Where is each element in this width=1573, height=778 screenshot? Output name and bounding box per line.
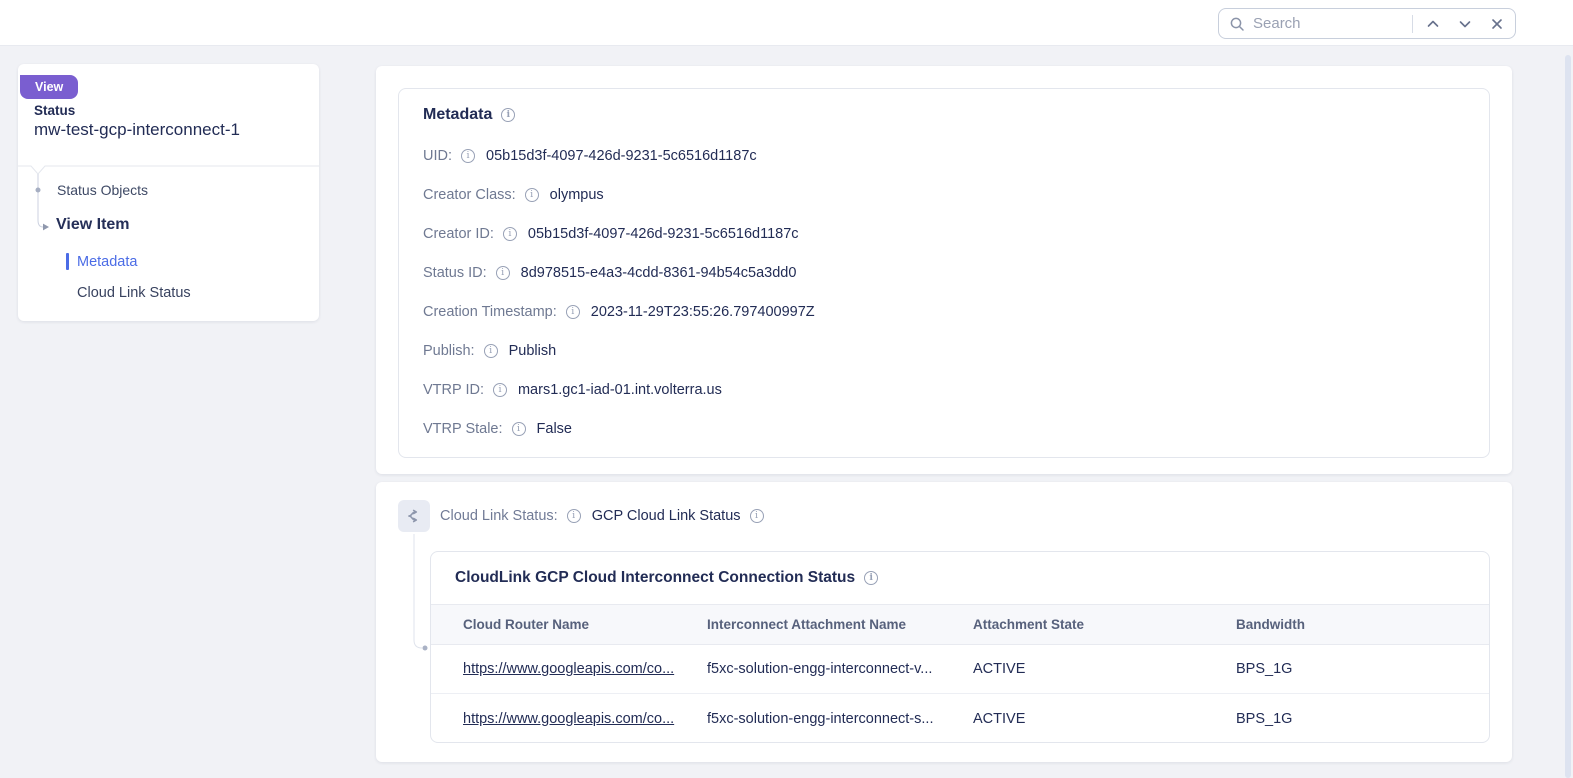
info-icon[interactable]: [566, 305, 580, 319]
metadata-field: Publish: Publish: [423, 331, 1465, 370]
info-icon[interactable]: [461, 149, 475, 163]
table-body: https://www.googleapis.com/co...f5xc-sol…: [431, 645, 1489, 743]
field-value: mars1.gc1-iad-01.int.volterra.us: [518, 382, 722, 398]
field-label: VTRP ID:: [423, 382, 484, 398]
cloud-router-link[interactable]: https://www.googleapis.com/co...: [431, 711, 707, 727]
field-label: Creator ID:: [423, 226, 494, 242]
metadata-field: UID: 05b15d3f-4097-426d-9231-5c6516d1187c: [423, 136, 1465, 175]
info-icon[interactable]: [525, 188, 539, 202]
top-bar: [0, 0, 1573, 46]
metadata-field: Status ID: 8d978515-e4a3-4cdd-8361-94b54c…: [423, 253, 1465, 292]
info-icon[interactable]: [496, 266, 510, 280]
search-close-button[interactable]: [1485, 12, 1509, 36]
metadata-title: Metadata: [423, 106, 492, 124]
table-cell: ACTIVE: [973, 661, 1236, 677]
table-cell: ACTIVE: [973, 711, 1236, 727]
info-icon[interactable]: [864, 571, 878, 585]
search-icon: [1229, 16, 1245, 32]
table-row: https://www.googleapis.com/co...f5xc-sol…: [431, 645, 1489, 694]
metadata-fields: UID: 05b15d3f-4097-426d-9231-5c6516d1187c…: [423, 136, 1465, 448]
column-header: Interconnect Attachment Name: [707, 617, 973, 632]
sidebar-item-label: Cloud Link Status: [77, 285, 191, 301]
info-icon[interactable]: [484, 344, 498, 358]
status-sidebar: View Status mw-test-gcp-interconnect-1 S…: [18, 64, 319, 321]
object-type-label: Status: [34, 103, 75, 118]
info-icon[interactable]: [512, 422, 526, 436]
info-icon[interactable]: [501, 108, 515, 122]
table-header-row: Cloud Router NameInterconnect Attachment…: [431, 605, 1489, 645]
vertical-scrollbar[interactable]: [1565, 55, 1571, 778]
field-label: VTRP Stale:: [423, 421, 503, 437]
view-badge: View: [20, 75, 78, 99]
sidebar-item-cloud-link-status[interactable]: Cloud Link Status: [18, 277, 319, 308]
column-header: Cloud Router Name: [431, 617, 707, 632]
column-header: Bandwidth: [1236, 617, 1489, 632]
field-value: False: [537, 421, 572, 437]
metadata-box: Metadata UID: 05b15d3f-4097-426d-9231-5c6…: [398, 88, 1490, 458]
info-icon[interactable]: [493, 383, 507, 397]
branch-icon: [398, 500, 430, 532]
metadata-card: Metadata UID: 05b15d3f-4097-426d-9231-5c6…: [376, 66, 1512, 474]
table-cell: f5xc-solution-engg-interconnect-v...: [707, 661, 973, 677]
field-value: 8d978515-e4a3-4cdd-8361-94b54c5a3dd0: [521, 265, 797, 281]
table-row: https://www.googleapis.com/co...f5xc-sol…: [431, 694, 1489, 743]
cloud-link-status-card: Cloud Link Status: GCP Cloud Link Status…: [376, 482, 1512, 762]
interconnect-status-table: CloudLink GCP Cloud Interconnect Connect…: [430, 551, 1490, 743]
info-icon[interactable]: [750, 509, 764, 523]
table-cell: BPS_1G: [1236, 661, 1489, 677]
metadata-field: Creation Timestamp: 2023-11-29T23:55:26.7…: [423, 292, 1465, 331]
field-value: Publish: [509, 343, 557, 359]
field-value: 2023-11-29T23:55:26.797400997Z: [591, 304, 815, 320]
sidebar-item-status-objects[interactable]: Status Objects: [57, 182, 148, 198]
metadata-field: VTRP ID: mars1.gc1-iad-01.int.volterra.us: [423, 370, 1465, 409]
search-input[interactable]: [1253, 15, 1404, 32]
field-value: 05b15d3f-4097-426d-9231-5c6516d1187c: [528, 226, 799, 242]
metadata-field: Creator ID: 05b15d3f-4097-426d-9231-5c651…: [423, 214, 1465, 253]
search-divider: [1412, 15, 1413, 33]
cloud-link-status-value: GCP Cloud Link Status: [592, 508, 741, 524]
sidebar-item-metadata[interactable]: Metadata: [18, 246, 319, 277]
field-value: 05b15d3f-4097-426d-9231-5c6516d1187c: [486, 148, 757, 164]
info-icon[interactable]: [567, 509, 581, 523]
object-name: mw-test-gcp-interconnect-1: [34, 120, 240, 140]
field-label: UID:: [423, 148, 452, 164]
metadata-field: VTRP Stale: False: [423, 409, 1465, 448]
table-cell: BPS_1G: [1236, 711, 1489, 727]
field-label: Creation Timestamp:: [423, 304, 557, 320]
table-title: CloudLink GCP Cloud Interconnect Connect…: [455, 569, 855, 587]
metadata-field: Creator Class: olympus: [423, 175, 1465, 214]
search-next-button[interactable]: [1453, 12, 1477, 36]
sidebar-item-label: Metadata: [77, 254, 137, 270]
field-label: Creator Class:: [423, 187, 516, 203]
sidebar-item-view-item[interactable]: View Item: [56, 216, 130, 234]
info-icon[interactable]: [503, 227, 517, 241]
cloud-router-link[interactable]: https://www.googleapis.com/co...: [431, 661, 707, 677]
field-label: Status ID:: [423, 265, 487, 281]
sidebar-tree-children: Metadata Cloud Link Status: [18, 246, 319, 308]
search-box[interactable]: [1218, 8, 1516, 39]
table-cell: f5xc-solution-engg-interconnect-s...: [707, 711, 973, 727]
field-value: olympus: [550, 187, 604, 203]
search-prev-button[interactable]: [1421, 12, 1445, 36]
field-label: Publish:: [423, 343, 475, 359]
cloud-link-status-label: Cloud Link Status:: [440, 508, 558, 524]
column-header: Attachment State: [973, 617, 1236, 632]
